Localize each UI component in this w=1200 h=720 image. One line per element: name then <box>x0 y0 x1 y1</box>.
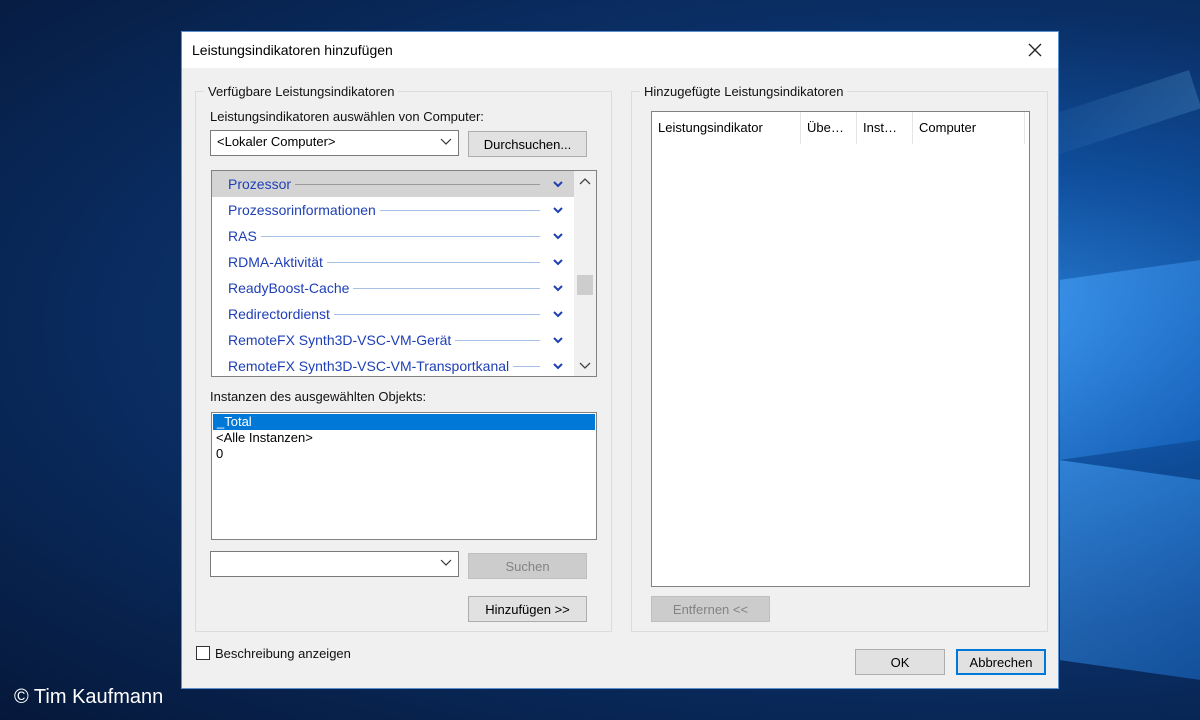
added-counters-header: Leistungsindikator Übe… Inst… Computer <box>652 112 1025 144</box>
show-description-checkbox[interactable] <box>196 646 210 660</box>
computer-combobox[interactable]: <Lokaler Computer> <box>210 130 459 156</box>
close-button[interactable] <box>1020 36 1050 64</box>
wallpaper-window-pane-top <box>1060 260 1200 460</box>
browse-button[interactable]: Durchsuchen... <box>468 131 587 157</box>
wallpaper-window-pane-bottom <box>1060 460 1200 680</box>
scroll-down-icon[interactable] <box>579 359 591 371</box>
expand-chevron-icon[interactable] <box>552 230 564 242</box>
instances-label: Instanzen des ausgewählten Objekts: <box>210 389 427 404</box>
column-header-counter[interactable]: Leistungsindikator <box>652 112 801 144</box>
performance-object-item[interactable]: Redirectordienst <box>212 301 574 327</box>
expand-chevron-icon[interactable] <box>552 334 564 346</box>
search-button[interactable]: Suchen <box>468 553 587 579</box>
expand-chevron-icon[interactable] <box>552 178 564 190</box>
add-counters-dialog: Leistungsindikatoren hinzufügen Verfügba… <box>181 31 1059 689</box>
performance-object-label: RDMA-Aktivität <box>228 254 327 270</box>
close-icon <box>1028 43 1042 57</box>
computer-select-label: Leistungsindikatoren auswählen von Compu… <box>210 109 484 124</box>
expand-chevron-icon[interactable] <box>552 360 564 372</box>
object-list-scrollbar[interactable] <box>574 171 596 376</box>
window-title: Leistungsindikatoren hinzufügen <box>192 42 393 58</box>
column-header-instance[interactable]: Inst… <box>857 112 913 144</box>
photo-credit: © Tim Kaufmann <box>14 686 164 708</box>
performance-object-label: RemoteFX Synth3D-VSC-VM-Gerät <box>228 332 456 348</box>
search-combobox[interactable] <box>210 551 459 577</box>
chevron-down-icon <box>440 138 452 145</box>
performance-object-label: Redirectordienst <box>228 306 334 322</box>
expand-chevron-icon[interactable] <box>552 308 564 320</box>
performance-object-label: ReadyBoost-Cache <box>228 280 354 296</box>
instances-list[interactable]: _Total <Alle Instanzen> 0 <box>211 412 597 540</box>
performance-object-item[interactable]: Prozessor <box>212 171 574 197</box>
instance-item[interactable]: 0 <box>212 446 596 462</box>
object-item-divider <box>228 236 540 237</box>
performance-object-label: RemoteFX Synth3D-VSC-VM-Transportkanal <box>228 358 514 374</box>
show-description-label[interactable]: Beschreibung anzeigen <box>215 646 351 661</box>
column-header-computer[interactable]: Computer <box>913 112 1025 144</box>
performance-object-item[interactable]: RAS <box>212 223 574 249</box>
remove-button[interactable]: Entfernen << <box>651 596 770 622</box>
performance-object-list[interactable]: Prozessor Prozessorinformationen RAS RDMA-A… <box>211 170 597 377</box>
column-header-parent[interactable]: Übe… <box>801 112 857 144</box>
scroll-up-icon[interactable] <box>579 176 591 188</box>
expand-chevron-icon[interactable] <box>552 204 564 216</box>
expand-chevron-icon[interactable] <box>552 256 564 268</box>
cancel-button[interactable]: Abbrechen <box>956 649 1046 675</box>
performance-object-label: RAS <box>228 228 261 244</box>
added-counters-list[interactable]: Leistungsindikator Übe… Inst… Computer <box>651 111 1030 587</box>
performance-object-label: Prozessorinformationen <box>228 202 380 218</box>
added-counters-legend: Hinzugefügte Leistungsindikatoren <box>640 84 848 99</box>
chevron-down-icon <box>440 559 452 566</box>
expand-chevron-icon[interactable] <box>552 282 564 294</box>
performance-object-item[interactable]: RemoteFX Synth3D-VSC-VM-Transportkanal <box>212 353 574 376</box>
ok-button[interactable]: OK <box>855 649 945 675</box>
performance-object-item[interactable]: ReadyBoost-Cache <box>212 275 574 301</box>
performance-object-item[interactable]: Prozessorinformationen <box>212 197 574 223</box>
scrollbar-thumb[interactable] <box>577 275 593 295</box>
performance-object-label: Prozessor <box>228 176 296 192</box>
title-bar: Leistungsindikatoren hinzufügen <box>182 32 1058 68</box>
computer-combobox-value: <Lokaler Computer> <box>217 134 336 149</box>
instance-item[interactable]: <Alle Instanzen> <box>212 430 596 446</box>
available-counters-legend: Verfügbare Leistungsindikatoren <box>204 84 399 99</box>
instance-item[interactable]: _Total <box>213 414 595 430</box>
performance-object-item[interactable]: RDMA-Aktivität <box>212 249 574 275</box>
add-button[interactable]: Hinzufügen >> <box>468 596 587 622</box>
performance-object-item[interactable]: RemoteFX Synth3D-VSC-VM-Gerät <box>212 327 574 353</box>
